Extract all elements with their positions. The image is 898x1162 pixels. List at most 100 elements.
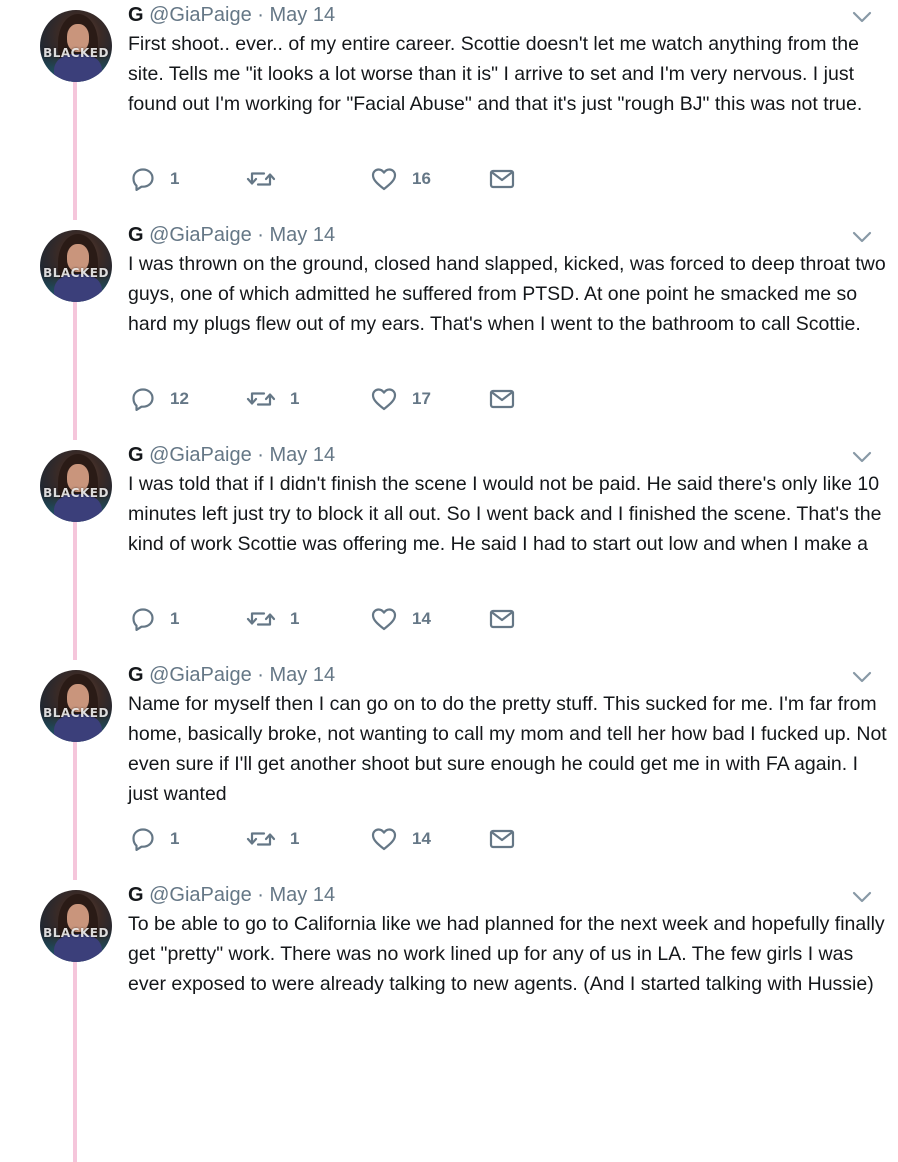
- user-handle[interactable]: @GiaPaige: [149, 444, 252, 466]
- thread-connector-line: [73, 522, 77, 660]
- tweet-date[interactable]: May 14: [270, 224, 336, 246]
- like-button[interactable]: 14: [370, 824, 431, 854]
- like-count: 14: [412, 829, 431, 848]
- tweet[interactable]: BLACKED G @GiaPaige · May 14 First shoot…: [0, 0, 898, 220]
- reply-count: 1: [170, 829, 180, 848]
- user-handle[interactable]: @GiaPaige: [149, 664, 252, 686]
- tweet-text: I was thrown on the ground, closed hand …: [128, 253, 886, 335]
- retweet-button[interactable]: 1: [246, 604, 299, 634]
- avatar-logo-text: BLACKED: [43, 486, 109, 500]
- user-handle[interactable]: @GiaPaige: [149, 224, 252, 246]
- tweet-text: To be able to go to California like we h…: [128, 913, 885, 995]
- retweet-count: 1: [290, 609, 300, 628]
- avatar[interactable]: BLACKED: [40, 890, 112, 962]
- thread-connector-line: [73, 742, 77, 880]
- tweet-date[interactable]: May 14: [270, 444, 336, 466]
- chevron-down-icon[interactable]: [850, 888, 874, 906]
- direct-message-button[interactable]: [488, 824, 516, 854]
- header-separator: ·: [257, 444, 264, 466]
- chevron-down-icon[interactable]: [850, 228, 874, 246]
- retweet-icon: [246, 392, 276, 406]
- like-count: 17: [412, 389, 431, 408]
- thread-connector-line: [73, 302, 77, 440]
- thread-connector-line: [73, 82, 77, 220]
- like-button[interactable]: 14: [370, 604, 431, 634]
- retweet-count: 1: [290, 389, 300, 408]
- chevron-down-icon[interactable]: [850, 448, 874, 466]
- like-count: 14: [412, 609, 431, 628]
- header-separator: ·: [257, 664, 264, 686]
- avatar-logo-text: BLACKED: [43, 926, 109, 940]
- tweet-text: Name for myself then I can go on to do t…: [128, 693, 887, 805]
- chevron-down-icon[interactable]: [850, 668, 874, 686]
- direct-message-icon: [489, 389, 515, 409]
- display-name[interactable]: G: [128, 444, 144, 466]
- tweet[interactable]: BLACKED G @GiaPaige · May 14 Name for my…: [0, 660, 898, 880]
- direct-message-button[interactable]: [488, 384, 516, 414]
- direct-message-icon: [489, 829, 515, 849]
- tweet-text: First shoot.. ever.. of my entire career…: [128, 33, 863, 115]
- header-separator: ·: [257, 884, 264, 906]
- display-name[interactable]: G: [128, 4, 144, 26]
- reply-button[interactable]: 1: [130, 604, 179, 634]
- reply-count: 1: [170, 169, 180, 188]
- avatar[interactable]: BLACKED: [40, 670, 112, 742]
- direct-message-icon: [489, 609, 515, 629]
- tweet[interactable]: BLACKED G @GiaPaige · May 14 I was told …: [0, 440, 898, 660]
- tweet-text: I was told that if I didn't finish the s…: [128, 473, 882, 555]
- retweet-count: 1: [290, 829, 300, 848]
- tweet-actions: 1 1 14: [130, 824, 530, 854]
- like-count: 16: [412, 169, 431, 188]
- tweet-date[interactable]: May 14: [270, 664, 336, 686]
- like-icon: [371, 608, 397, 631]
- reply-icon: [132, 168, 154, 191]
- like-button[interactable]: 17: [370, 384, 431, 414]
- header-separator: ·: [257, 224, 264, 246]
- reply-icon: [132, 388, 154, 411]
- reply-button[interactable]: 1: [130, 164, 179, 194]
- avatar[interactable]: BLACKED: [40, 230, 112, 302]
- tweet[interactable]: BLACKED G @GiaPaige · May 14 To be able …: [0, 880, 898, 1162]
- tweet-header: G @GiaPaige · May 14: [128, 442, 335, 468]
- like-button[interactable]: 16: [370, 164, 431, 194]
- display-name[interactable]: G: [128, 224, 144, 246]
- retweet-icon: [246, 612, 276, 626]
- tweet-header: G @GiaPaige · May 14: [128, 662, 335, 688]
- thread-connector-line: [73, 962, 77, 1162]
- avatar-logo-text: BLACKED: [43, 46, 109, 60]
- tweet-header: G @GiaPaige · May 14: [128, 882, 335, 908]
- reply-button[interactable]: 12: [130, 384, 189, 414]
- tweet-actions: 12 1 17: [130, 384, 530, 414]
- direct-message-button[interactable]: [488, 164, 516, 194]
- user-handle[interactable]: @GiaPaige: [149, 884, 252, 906]
- like-icon: [371, 388, 397, 411]
- tweet-actions: 1 1 14: [130, 604, 530, 634]
- like-icon: [371, 168, 397, 191]
- tweet-header: G @GiaPaige · May 14: [128, 222, 335, 248]
- reply-icon: [132, 828, 154, 851]
- tweet-date[interactable]: May 14: [270, 884, 336, 906]
- like-icon: [371, 828, 397, 851]
- tweet-actions: 1 16: [130, 164, 530, 194]
- avatar-logo-text: BLACKED: [43, 266, 109, 280]
- retweet-button[interactable]: 1: [246, 824, 299, 854]
- avatar-logo-text: BLACKED: [43, 706, 109, 720]
- avatar[interactable]: BLACKED: [40, 450, 112, 522]
- display-name[interactable]: G: [128, 884, 144, 906]
- retweet-button[interactable]: [246, 164, 290, 194]
- tweet-date[interactable]: May 14: [270, 4, 336, 26]
- retweet-icon: [246, 172, 276, 186]
- tweet-header: G @GiaPaige · May 14: [128, 2, 335, 28]
- display-name[interactable]: G: [128, 664, 144, 686]
- direct-message-button[interactable]: [488, 604, 516, 634]
- chevron-down-icon[interactable]: [850, 8, 874, 26]
- reply-icon: [132, 608, 154, 631]
- retweet-button[interactable]: 1: [246, 384, 299, 414]
- reply-count: 1: [170, 609, 180, 628]
- tweet[interactable]: BLACKED G @GiaPaige · May 14 I was throw…: [0, 220, 898, 440]
- reply-button[interactable]: 1: [130, 824, 179, 854]
- user-handle[interactable]: @GiaPaige: [149, 4, 252, 26]
- reply-count: 12: [170, 389, 189, 408]
- header-separator: ·: [257, 4, 264, 26]
- avatar[interactable]: BLACKED: [40, 10, 112, 82]
